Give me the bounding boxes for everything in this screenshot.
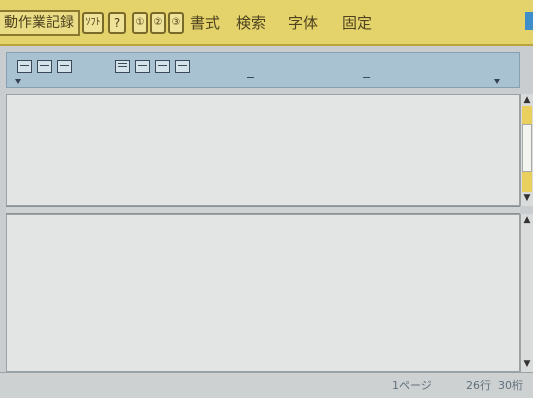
align-left-icon[interactable] xyxy=(17,60,32,73)
tool-button-3[interactable]: ③ xyxy=(168,12,184,34)
status-page: 1ページ xyxy=(392,379,432,392)
status-bar: 1ページ 26行 30桁 xyxy=(0,372,533,398)
tool-button-2[interactable]: ② xyxy=(150,12,166,34)
mode-button[interactable]: ｿﾌﾄ xyxy=(82,12,104,34)
scroll-up-arrow-icon[interactable]: ▲ xyxy=(521,94,533,106)
window-corner-marker xyxy=(525,12,533,30)
scroll-down-arrow-icon[interactable]: ▼ xyxy=(521,192,533,204)
box-icon[interactable] xyxy=(155,60,170,73)
menu-font[interactable]: 字体 xyxy=(288,12,318,34)
edit-pane-lower[interactable] xyxy=(6,214,520,372)
ruler-tick xyxy=(247,77,254,78)
scroll-track-yellow xyxy=(522,106,532,124)
menu-format[interactable]: 書式 xyxy=(190,12,220,34)
right-margin-marker-icon[interactable] xyxy=(494,79,500,84)
scrollbar-lower[interactable]: ▲ ▼ xyxy=(520,214,533,372)
ruler-tick xyxy=(363,77,370,78)
formatting-toolbar xyxy=(6,52,520,88)
menu-bar: 動作業記録 ｿﾌﾄ ? ① ② ③ 書式 検索 字体 固定 xyxy=(0,0,533,46)
column-icon[interactable] xyxy=(175,60,190,73)
scroll-down-arrow-icon[interactable]: ▼ xyxy=(521,358,533,370)
app-title-tab[interactable]: 動作業記録 xyxy=(0,10,80,36)
align-right-icon[interactable] xyxy=(57,60,72,73)
scroll-up-arrow-icon[interactable]: ▲ xyxy=(521,214,533,226)
menu-search[interactable]: 検索 xyxy=(236,12,266,34)
scroll-thumb[interactable] xyxy=(522,124,532,172)
edit-pane-upper[interactable] xyxy=(6,94,520,206)
tool-button-1[interactable]: ① xyxy=(132,12,148,34)
menu-fixed[interactable]: 固定 xyxy=(342,12,372,34)
scrollbar-upper[interactable]: ▲ ▼ xyxy=(520,94,533,206)
indent-icon[interactable] xyxy=(115,60,130,73)
left-margin-marker-icon[interactable] xyxy=(15,79,21,84)
list-icon[interactable] xyxy=(135,60,150,73)
status-line: 26行 xyxy=(466,379,491,392)
help-button[interactable]: ? xyxy=(108,12,126,34)
pane-split-divider[interactable] xyxy=(6,206,520,214)
status-column: 30桁 xyxy=(498,379,523,392)
scroll-track-yellow xyxy=(522,172,532,192)
align-center-icon[interactable] xyxy=(37,60,52,73)
